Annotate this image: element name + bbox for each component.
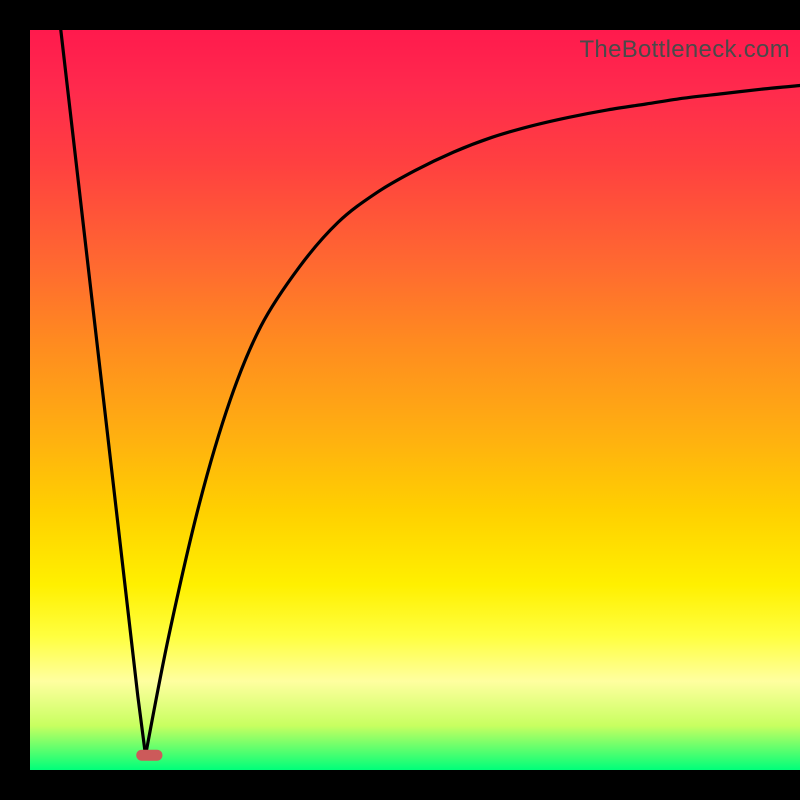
chart-series-bottleneck-left-branch bbox=[61, 30, 146, 755]
optimal-marker bbox=[136, 750, 162, 761]
chart-series-bottleneck-right-branch bbox=[146, 86, 800, 756]
chart-curve-layer bbox=[30, 30, 800, 770]
chart-frame: TheBottleneck.com bbox=[0, 0, 800, 800]
chart-plot-area: TheBottleneck.com bbox=[30, 30, 800, 770]
